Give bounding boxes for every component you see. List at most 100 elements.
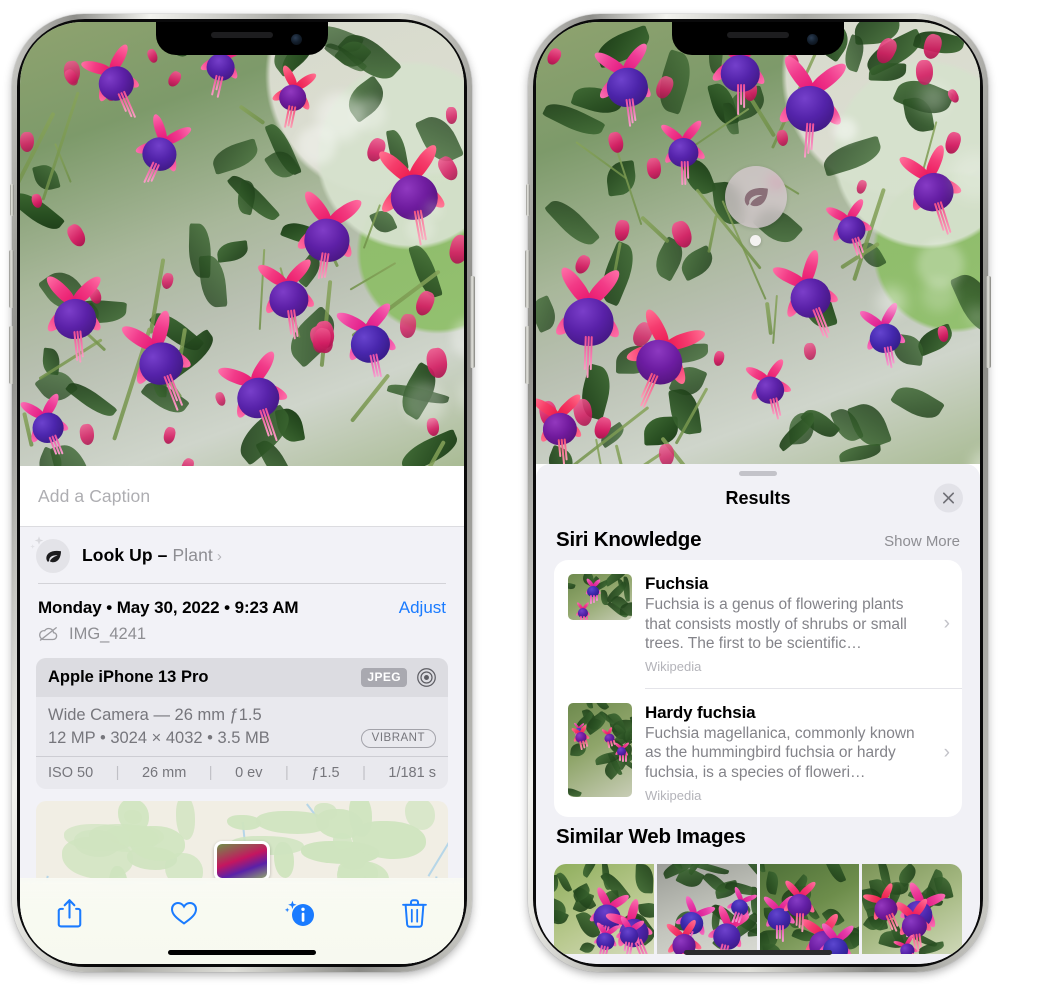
- bud-decoration: [20, 132, 34, 152]
- volume-down-button[interactable]: [525, 326, 530, 384]
- knowledge-source: Wikipedia: [645, 788, 929, 803]
- chevron-right-icon: ›: [217, 548, 222, 565]
- bokeh-decoration: [922, 278, 956, 312]
- delete-button[interactable]: [392, 892, 438, 934]
- look-up-label: Look Up – Plant ›: [82, 545, 222, 566]
- leaf-decoration: [821, 864, 846, 885]
- section-title: Similar Web Images: [556, 825, 746, 849]
- similar-image[interactable]: [554, 864, 654, 954]
- stamen: [781, 925, 783, 942]
- info-button[interactable]: [277, 892, 323, 934]
- volume-up-button[interactable]: [9, 250, 14, 308]
- leaf-decoration: [209, 139, 261, 175]
- left-screen: Add a Caption Look Up – Plant › Monday •…: [20, 22, 464, 964]
- exif-iso: ISO 50: [48, 765, 93, 781]
- stamen: [619, 754, 621, 761]
- volume-down-button[interactable]: [9, 326, 14, 384]
- phone-screen-clip: Results Siri Knowledge Show More Fuchsia…: [536, 22, 980, 964]
- bud-decoration: [545, 46, 564, 67]
- close-button[interactable]: [934, 484, 963, 513]
- side-power-button[interactable]: [986, 276, 991, 368]
- knowledge-description: Fuchsia magellanica, commonly known as t…: [645, 724, 929, 783]
- visual-look-up-badge[interactable]: [725, 166, 787, 228]
- bokeh-decoration: [425, 201, 441, 217]
- leaf-decoration: [568, 582, 575, 591]
- bud-decoration: [916, 60, 933, 86]
- bud-decoration: [447, 233, 464, 266]
- stamen: [596, 595, 598, 601]
- favorite-button[interactable]: [161, 892, 207, 934]
- knowledge-description: Fuchsia is a genus of flowering plants t…: [645, 595, 929, 654]
- photo-image[interactable]: [20, 22, 464, 466]
- exif-separator: |: [116, 765, 120, 781]
- bud-decoration: [713, 350, 726, 367]
- bud-decoration: [803, 343, 816, 361]
- look-up-subject: Plant: [172, 545, 212, 565]
- stamen: [686, 161, 689, 179]
- knowledge-item-hardy-fuchsia[interactable]: Hardy fuchsia Fuchsia magellanica, commo…: [554, 689, 962, 817]
- map-waterway: [427, 841, 448, 877]
- map-green-area: [74, 830, 119, 856]
- trash-icon: [402, 899, 427, 928]
- similar-image[interactable]: [657, 864, 757, 954]
- volume-up-button[interactable]: [525, 250, 530, 308]
- bud-decoration: [162, 426, 177, 445]
- flower-decoration: [657, 908, 707, 953]
- map-photo-pin[interactable]: [214, 841, 270, 881]
- look-up-icon-circle: [36, 539, 70, 573]
- look-up-row[interactable]: Look Up – Plant ›: [20, 527, 464, 583]
- leaf-decoration: [760, 864, 767, 874]
- stamen: [775, 925, 777, 939]
- home-indicator[interactable]: [168, 950, 316, 955]
- chevron-right-icon: ›: [942, 613, 950, 635]
- stamen: [585, 740, 588, 747]
- bud-decoration: [165, 70, 182, 89]
- bokeh-decoration: [969, 308, 980, 326]
- knowledge-title: Fuchsia: [645, 574, 929, 594]
- siri-knowledge-header: Siri Knowledge Show More: [536, 520, 980, 560]
- similar-image[interactable]: [760, 864, 860, 954]
- results-sheet: Results Siri Knowledge Show More Fuchsia…: [536, 464, 980, 964]
- results-header: Results: [536, 476, 980, 520]
- heart-icon: [170, 900, 198, 926]
- adjust-button[interactable]: Adjust: [399, 598, 446, 618]
- share-button[interactable]: [46, 892, 92, 934]
- silent-switch[interactable]: [526, 184, 530, 216]
- knowledge-item-fuchsia[interactable]: Fuchsia Fuchsia is a genus of flowering …: [554, 560, 962, 688]
- bokeh-decoration: [451, 318, 464, 359]
- side-power-button[interactable]: [470, 276, 475, 368]
- bokeh-decoration: [970, 449, 980, 464]
- exif-separator: |: [285, 765, 289, 781]
- cloud-slash-icon: [38, 626, 60, 642]
- leaf-decoration: [677, 245, 719, 282]
- stamen: [680, 161, 683, 184]
- bokeh-decoration: [459, 381, 464, 408]
- stamen: [622, 754, 624, 761]
- flower-decoration: [123, 94, 210, 181]
- stem-decoration: [707, 215, 717, 253]
- stem-decoration: [349, 373, 390, 423]
- stamen: [778, 925, 780, 939]
- section-title: Siri Knowledge: [556, 528, 701, 552]
- bokeh-decoration: [406, 215, 434, 243]
- screenshot-root: Add a Caption Look Up – Plant › Monday •…: [0, 0, 1055, 985]
- leaf-icon: [741, 182, 771, 212]
- exif-ev: 0 ev: [235, 765, 262, 781]
- look-up-separator: –: [158, 545, 168, 565]
- similar-image[interactable]: [862, 864, 962, 954]
- knowledge-source: Wikipedia: [645, 659, 929, 674]
- caption-field[interactable]: Add a Caption: [20, 466, 464, 527]
- exif-card[interactable]: Apple iPhone 13 Pro JPEG Wide Camera — 2…: [36, 658, 448, 789]
- bud-decoration: [446, 107, 458, 124]
- leaf-decoration: [820, 136, 885, 177]
- lens-info: Wide Camera — 26 mm ƒ1.5: [48, 706, 436, 725]
- show-more-button[interactable]: Show More: [884, 533, 960, 550]
- file-row: IMG_4241: [38, 625, 446, 644]
- location-map[interactable]: [36, 801, 448, 881]
- stamen: [743, 84, 745, 108]
- silent-switch[interactable]: [10, 184, 14, 216]
- chevron-right-icon: ›: [942, 742, 950, 764]
- home-indicator[interactable]: [684, 950, 832, 955]
- caption-placeholder: Add a Caption: [38, 486, 446, 507]
- knowledge-title: Hardy fuchsia: [645, 703, 929, 723]
